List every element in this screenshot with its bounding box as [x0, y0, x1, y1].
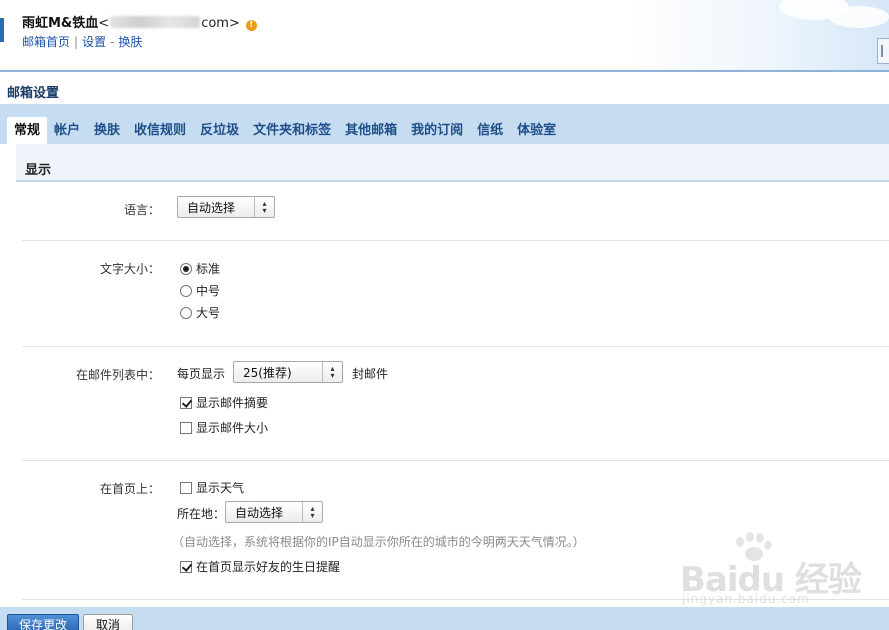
scrollbar-handle[interactable]: [877, 38, 889, 64]
cancel-button[interactable]: 取消: [83, 614, 133, 630]
mail-header: 雨虹M&铁血< com>! 邮箱首页 | 设置 - 换肤: [0, 0, 889, 70]
row-divider: [22, 346, 889, 347]
radio-label: 大号: [196, 306, 221, 320]
link-skin[interactable]: 换肤: [118, 35, 142, 49]
watermark-url: jingyan.baidu.com: [682, 592, 810, 606]
checkbox-birthday-reminder[interactable]: 在首页显示好友的生日提醒: [180, 558, 340, 575]
user-name: 雨虹M&铁血: [22, 16, 99, 31]
per-page-prefix: 每页显示: [177, 367, 226, 381]
radio-font-standard[interactable]: 标准: [180, 260, 220, 277]
location-select[interactable]: 自动选择 ▴ ▾: [225, 501, 323, 523]
updown-arrow-icon: ▴ ▾: [254, 197, 274, 217]
header-links: 邮箱首页 | 设置 - 换肤: [22, 33, 142, 50]
email-suffix: com>: [201, 16, 240, 31]
language-label: 语言：: [123, 203, 160, 217]
radio-label: 标准: [196, 262, 221, 276]
tab-account[interactable]: 帐户: [47, 117, 87, 144]
per-page-select-value: 25(推荐): [243, 365, 292, 380]
tab-skin[interactable]: 换肤: [87, 117, 127, 144]
radio-button[interactable]: [180, 262, 192, 275]
checkbox-label: 显示邮件大小: [196, 421, 269, 435]
checkbox-show-weather[interactable]: 显示天气: [180, 479, 244, 496]
location-hint: （自动选择，系统将根据你的IP自动显示你所在的城市的今明两天天气情况。）: [172, 535, 585, 549]
location-label: 所在地：: [177, 507, 226, 521]
language-select[interactable]: 自动选择 ▴ ▾: [177, 196, 275, 218]
footer-bar: [0, 607, 889, 630]
warning-icon[interactable]: !: [245, 20, 257, 31]
email-redacted: [110, 16, 201, 28]
checkbox-label: 显示邮件摘要: [196, 396, 269, 410]
checkbox-label: 显示天气: [196, 481, 245, 495]
updown-arrow-icon: ▴ ▾: [322, 362, 342, 382]
account-line: 雨虹M&铁血< com>!: [22, 12, 257, 31]
location-select-value: 自动选择: [235, 505, 284, 520]
link-separator: -: [110, 35, 115, 49]
radio-label: 中号: [196, 284, 221, 298]
tab-general[interactable]: 常规: [7, 117, 48, 144]
section-title: 显示: [25, 163, 52, 178]
checkbox-show-size[interactable]: 显示邮件大小: [180, 419, 268, 436]
link-mail-home[interactable]: 邮箱首页: [22, 35, 70, 49]
link-separator: |: [74, 35, 79, 49]
homepage-label: 在首页上：: [99, 482, 160, 496]
checkbox[interactable]: [180, 396, 192, 409]
page-title: 邮箱设置: [7, 86, 60, 101]
row-divider: [22, 460, 889, 461]
tab-labs[interactable]: 体验室: [510, 117, 563, 144]
tab-anti-spam[interactable]: 反垃圾: [193, 117, 246, 144]
baidu-watermark: Baidu 经验 jingyan.baidu.com: [680, 532, 885, 610]
tab-stationery[interactable]: 信纸: [470, 117, 510, 144]
checkbox[interactable]: [180, 421, 192, 434]
checkbox[interactable]: [180, 560, 192, 573]
header-divider: [0, 70, 889, 72]
tab-other-mailboxes[interactable]: 其他邮箱: [338, 117, 404, 144]
row-divider: [22, 240, 889, 241]
tab-folders-labels[interactable]: 文件夹和标签: [246, 117, 338, 144]
header-sky-decoration: [629, 0, 889, 70]
settings-tabs: 常规 帐户 换肤 收信规则 反垃圾 文件夹和标签 其他邮箱 我的订阅 信纸 体验…: [7, 117, 563, 144]
checkbox-label: 在首页显示好友的生日提醒: [196, 560, 341, 574]
tab-inbox-rules[interactable]: 收信规则: [127, 117, 193, 144]
per-page-suffix: 封邮件: [352, 367, 389, 381]
updown-arrow-icon: ▴ ▾: [302, 502, 322, 522]
mail-list-label: 在邮件列表中：: [75, 368, 160, 382]
checkbox-show-summary[interactable]: 显示邮件摘要: [180, 394, 268, 411]
radio-button[interactable]: [180, 284, 192, 297]
section-header-display: 显示: [16, 144, 889, 182]
font-size-label: 文字大小：: [99, 262, 160, 276]
sidebar-edge: [0, 18, 4, 42]
radio-button[interactable]: [180, 306, 192, 319]
link-settings[interactable]: 设置: [82, 35, 106, 49]
checkbox[interactable]: [180, 481, 192, 494]
save-button[interactable]: 保存更改: [7, 614, 79, 630]
language-select-value: 自动选择: [187, 200, 236, 215]
email-prefix: <: [98, 16, 110, 31]
tab-subscriptions[interactable]: 我的订阅: [404, 117, 470, 144]
radio-font-large[interactable]: 大号: [180, 304, 220, 321]
per-page-select[interactable]: 25(推荐) ▴ ▾: [233, 361, 343, 383]
radio-font-medium[interactable]: 中号: [180, 282, 220, 299]
